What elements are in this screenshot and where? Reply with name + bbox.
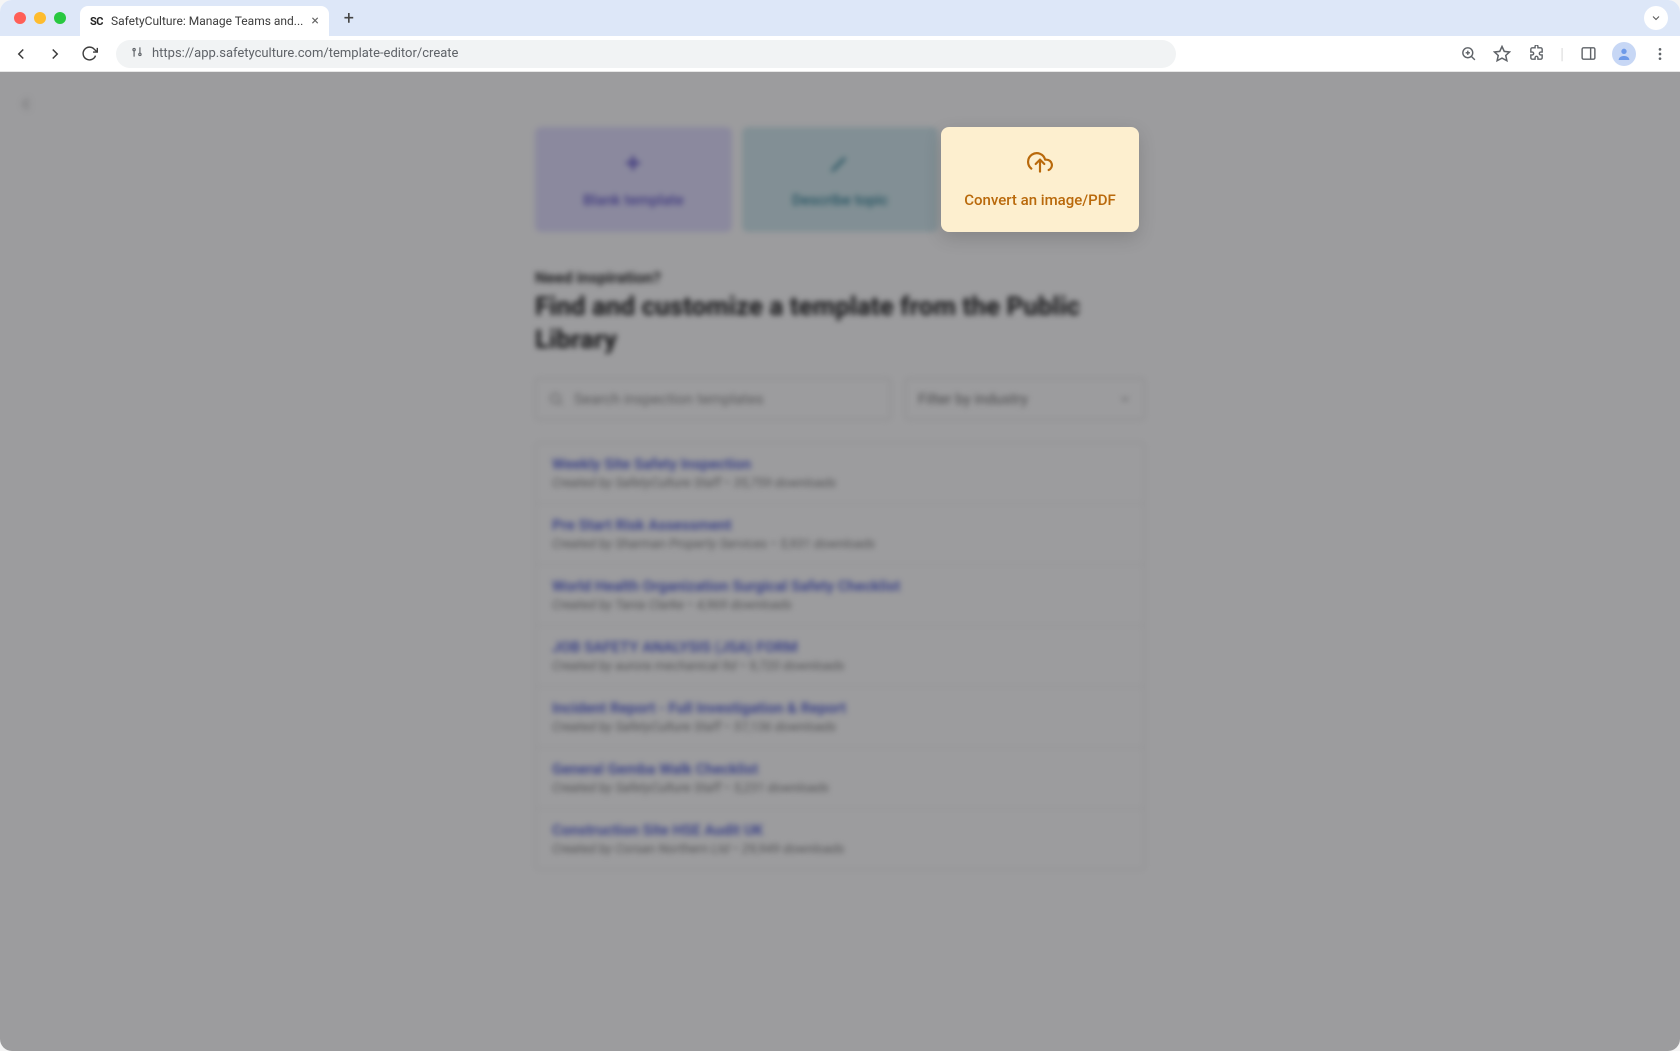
extensions-icon[interactable]: [1526, 44, 1546, 64]
profile-avatar[interactable]: [1612, 42, 1636, 66]
upload-cloud-icon: [1027, 151, 1053, 181]
window-controls: [14, 12, 66, 24]
forward-button[interactable]: [44, 43, 66, 65]
tab-title: SafetyCulture: Manage Teams and...: [111, 14, 303, 28]
close-window-button[interactable]: [14, 12, 26, 24]
sidepanel-icon[interactable]: [1578, 44, 1598, 64]
kebab-menu-icon[interactable]: [1650, 44, 1670, 64]
browser-toolbar: https://app.safetyculture.com/template-e…: [0, 36, 1680, 72]
page-viewport: Blank template Describe topic Need inspi…: [0, 72, 1680, 1051]
option-convert-image-pdf[interactable]: Convert an image/PDF: [941, 127, 1139, 232]
favicon-icon: SC: [90, 15, 103, 28]
zoom-icon[interactable]: [1458, 44, 1478, 64]
back-button[interactable]: [10, 43, 32, 65]
reload-button[interactable]: [78, 43, 100, 65]
url-text: https://app.safetyculture.com/template-e…: [152, 46, 458, 61]
option-label: Convert an image/PDF: [964, 191, 1116, 209]
site-info-icon[interactable]: [130, 45, 144, 62]
close-tab-button[interactable]: ×: [311, 13, 318, 29]
modal-overlay[interactable]: [0, 72, 1680, 1051]
browser-window: SC SafetyCulture: Manage Teams and... × …: [0, 0, 1680, 1051]
minimize-window-button[interactable]: [34, 12, 46, 24]
tab-bar: SC SafetyCulture: Manage Teams and... × …: [0, 0, 1680, 36]
maximize-window-button[interactable]: [54, 12, 66, 24]
address-bar[interactable]: https://app.safetyculture.com/template-e…: [116, 40, 1176, 68]
new-tab-button[interactable]: +: [335, 4, 363, 32]
toolbar-right: |: [1458, 42, 1670, 66]
bookmark-icon[interactable]: [1492, 44, 1512, 64]
tabs-dropdown-button[interactable]: [1644, 6, 1668, 30]
browser-tab[interactable]: SC SafetyCulture: Manage Teams and... ×: [80, 6, 329, 36]
